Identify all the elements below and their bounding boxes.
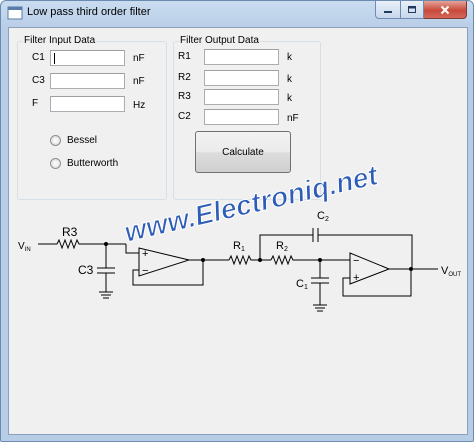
schematic-labels: VIN R3 C3 + − R1 R2 C1 C2 − + VOUT	[18, 210, 461, 291]
app-window: Low pass third order filter Filter Input…	[0, 0, 474, 442]
c1-schematic-label: C1	[296, 278, 308, 291]
vout-label: VOUT	[441, 265, 461, 278]
maximize-button[interactable]	[401, 1, 424, 19]
close-icon	[440, 5, 450, 14]
r3-schematic-label: R3	[62, 225, 78, 239]
minimize-icon	[384, 10, 392, 13]
app-icon	[7, 6, 23, 20]
opamp1-minus: −	[142, 265, 148, 277]
c2-schematic-label: C2	[317, 210, 329, 223]
minimize-button[interactable]	[375, 1, 401, 19]
c3-schematic-label: C3	[78, 263, 94, 277]
opamp2-plus: +	[353, 272, 359, 284]
opamp2-minus: −	[353, 255, 359, 267]
vin-label: VIN	[18, 241, 31, 253]
r2-schematic-label: R2	[276, 240, 288, 253]
r1-schematic-label: R1	[233, 240, 245, 253]
client-area: Filter Input Data C1 nF C3 nF F Hz Besse…	[8, 27, 468, 435]
close-button[interactable]	[424, 1, 467, 19]
opamp1-plus: +	[142, 248, 148, 260]
title-bar[interactable]: Low pass third order filter	[1, 1, 473, 27]
maximize-icon	[408, 6, 416, 13]
filter-schematic: VIN R3 C3 + − R1 R2 C1 C2 − + VOUT www.E…	[18, 159, 461, 312]
window-title: Low pass third order filter	[27, 6, 151, 18]
